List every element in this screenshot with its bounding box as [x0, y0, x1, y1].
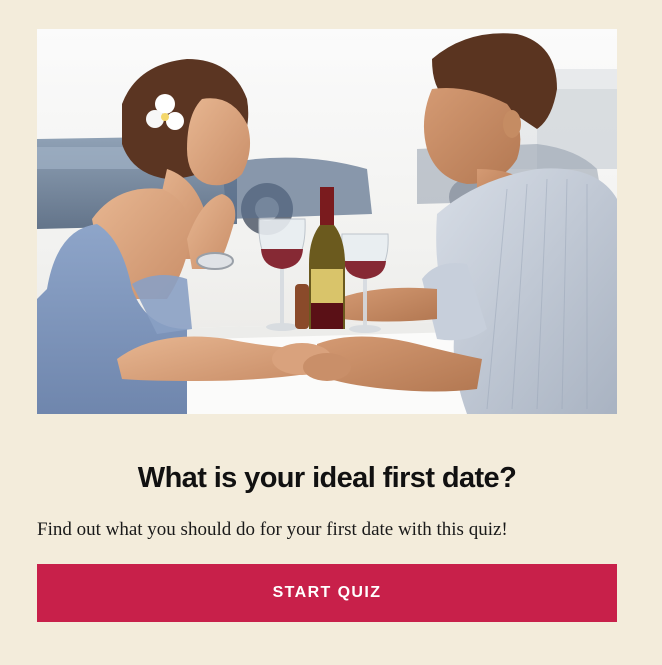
quiz-description: Find out what you should do for your fir… [37, 519, 508, 540]
hero-illustration [37, 29, 617, 414]
hero-image [37, 29, 617, 414]
start-quiz-button[interactable]: START QUIZ [37, 564, 617, 622]
quiz-card: What is your ideal first date? Find out … [37, 29, 617, 622]
quiz-title: What is your ideal first date? [137, 462, 517, 494]
